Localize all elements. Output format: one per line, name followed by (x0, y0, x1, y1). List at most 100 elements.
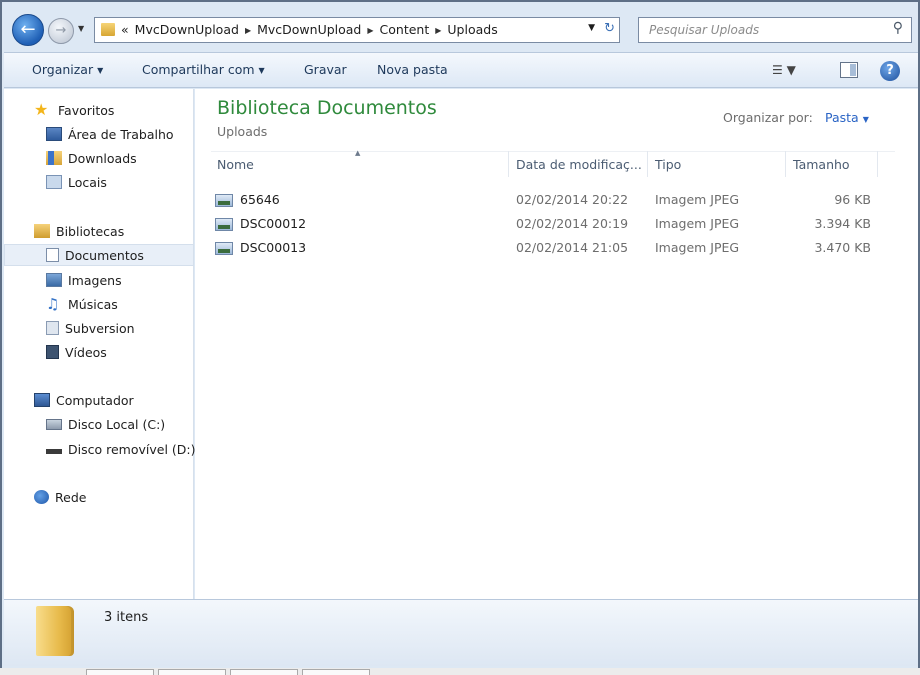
address-row: ← → ▼ « MvcDownUpload ▶ MvcDownUpload ▶ … (8, 8, 914, 48)
recent-pages-dropdown[interactable]: ▼ (78, 24, 84, 33)
file-date: 02/02/2014 21:05 (516, 240, 629, 255)
address-history-dropdown[interactable]: ▼ (588, 23, 595, 33)
preview-pane-icon[interactable] (840, 62, 858, 78)
column-divider[interactable] (647, 151, 648, 177)
address-bar[interactable]: « MvcDownUpload ▶ MvcDownUpload ▶ Conten… (94, 17, 620, 43)
breadcrumb-item[interactable]: MvcDownUpload (135, 22, 239, 39)
pictures-icon (46, 273, 62, 287)
recent-places-icon (46, 175, 62, 189)
file-size: 3.394 KB (814, 216, 871, 231)
command-bar: Organizar ▼ Compartilhar com ▼ Gravar Nova… (4, 52, 918, 88)
file-name: DSC00012 (240, 216, 307, 231)
nav-recent-places[interactable]: Locais (4, 171, 194, 193)
taskbar-button[interactable] (86, 669, 154, 675)
file-size: 3.470 KB (814, 240, 871, 255)
file-date: 02/02/2014 20:22 (516, 192, 629, 207)
nav-local-disk[interactable]: Disco Local (C:) (4, 413, 194, 435)
file-type: Imagem JPEG (655, 240, 740, 255)
item-count: 3 itens (104, 610, 149, 625)
breadcrumb-separator-icon[interactable]: ▶ (245, 22, 251, 39)
nav-videos[interactable]: Vídeos (4, 341, 194, 363)
nav-documents[interactable]: Documentos (4, 244, 194, 266)
file-name: DSC00013 (240, 240, 307, 255)
taskbar-button[interactable] (158, 669, 226, 675)
arrange-by-label: Organizar por: (723, 110, 813, 125)
column-header-name[interactable]: Nome (217, 157, 254, 172)
jpeg-image-icon (215, 242, 233, 255)
column-header-date[interactable]: Data de modificaç... (516, 157, 642, 172)
nav-downloads[interactable]: Downloads (4, 147, 194, 169)
sort-ascending-icon: ▲ (355, 149, 361, 157)
nav-music[interactable]: ♫ Músicas (4, 293, 194, 315)
search-placeholder: Pesquisar Uploads (649, 23, 760, 37)
file-name: 65646 (240, 192, 280, 207)
column-header-size[interactable]: Tamanho (793, 157, 850, 172)
breadcrumb-item[interactable]: Content (380, 22, 430, 39)
column-divider[interactable] (877, 151, 878, 177)
breadcrumb-overflow[interactable]: « (121, 22, 129, 39)
taskbar-button[interactable] (302, 669, 370, 675)
libraries-icon (34, 224, 50, 238)
folder-icon (36, 606, 74, 656)
search-icon[interactable]: ⚲ (893, 20, 903, 36)
column-divider[interactable] (508, 151, 509, 177)
nav-computer[interactable]: Computador (4, 389, 194, 411)
breadcrumb-separator-icon[interactable]: ▶ (435, 22, 441, 39)
organize-button[interactable]: Organizar ▼ (32, 62, 103, 77)
header-divider (211, 151, 895, 152)
desktop-icon (46, 127, 62, 141)
nav-removable-disk[interactable]: Disco removível (D:) (4, 438, 195, 460)
file-type: Imagem JPEG (655, 192, 740, 207)
star-icon: ★ (34, 100, 49, 119)
file-list-pane: Biblioteca Documentos Uploads Organizar … (195, 89, 918, 599)
file-size: 96 KB (834, 192, 871, 207)
nav-pictures[interactable]: Imagens (4, 269, 194, 291)
breadcrumb: « MvcDownUpload ▶ MvcDownUpload ▶ Conten… (121, 22, 498, 39)
breadcrumb-item[interactable]: MvcDownUpload (257, 22, 361, 39)
share-button[interactable]: Compartilhar com ▼ (142, 62, 265, 77)
column-divider[interactable] (785, 151, 786, 177)
computer-icon (34, 393, 50, 407)
file-row[interactable]: DSC00013 02/02/2014 21:05 Imagem JPEG 3.… (213, 237, 893, 259)
documents-icon (46, 248, 59, 262)
nav-desktop[interactable]: Área de Trabalho (4, 123, 194, 145)
jpeg-image-icon (215, 194, 233, 207)
file-row[interactable]: DSC00012 02/02/2014 20:19 Imagem JPEG 3.… (213, 213, 893, 235)
nav-libraries[interactable]: Bibliotecas (4, 220, 194, 242)
library-title: Biblioteca Documentos (217, 97, 437, 119)
help-icon[interactable]: ? (880, 61, 900, 81)
forward-arrow-icon: → (55, 23, 67, 38)
removable-drive-icon (46, 449, 62, 454)
details-pane: 3 itens (4, 599, 918, 666)
arrange-by-dropdown[interactable]: Pasta ▼ (825, 110, 869, 125)
music-note-icon: ♫ (46, 295, 60, 313)
forward-button[interactable]: → (48, 18, 74, 44)
library-subtitle: Uploads (217, 124, 268, 139)
navigation-pane: ★ Favoritos Área de Trabalho Downloads L… (4, 89, 195, 599)
nav-favorites[interactable]: ★ Favoritos (4, 99, 194, 121)
breadcrumb-separator-icon[interactable]: ▶ (367, 22, 373, 39)
folder-icon (101, 23, 115, 36)
subversion-library-icon (46, 321, 59, 335)
nav-subversion[interactable]: Subversion (4, 317, 194, 339)
change-view-icon[interactable]: ☰ ▼ (772, 63, 796, 77)
explorer-window: ← → ▼ « MvcDownUpload ▶ MvcDownUpload ▶ … (0, 0, 920, 670)
column-header-type[interactable]: Tipo (655, 157, 681, 172)
taskbar-button[interactable] (230, 669, 298, 675)
search-input[interactable]: Pesquisar Uploads ⚲ (638, 17, 912, 43)
burn-button[interactable]: Gravar (304, 62, 347, 77)
file-row[interactable]: 65646 02/02/2014 20:22 Imagem JPEG 96 KB (213, 189, 893, 211)
back-arrow-icon: ← (20, 19, 36, 40)
file-date: 02/02/2014 20:19 (516, 216, 629, 231)
refresh-icon[interactable]: ↻ (604, 21, 615, 36)
videos-icon (46, 345, 59, 359)
downloads-folder-icon (46, 151, 62, 165)
network-icon (34, 490, 49, 504)
file-type: Imagem JPEG (655, 216, 740, 231)
back-button[interactable]: ← (12, 14, 44, 46)
breadcrumb-item[interactable]: Uploads (447, 22, 497, 39)
nav-network[interactable]: Rede (4, 486, 194, 508)
jpeg-image-icon (215, 218, 233, 231)
new-folder-button[interactable]: Nova pasta (377, 62, 448, 77)
hard-drive-icon (46, 418, 62, 430)
